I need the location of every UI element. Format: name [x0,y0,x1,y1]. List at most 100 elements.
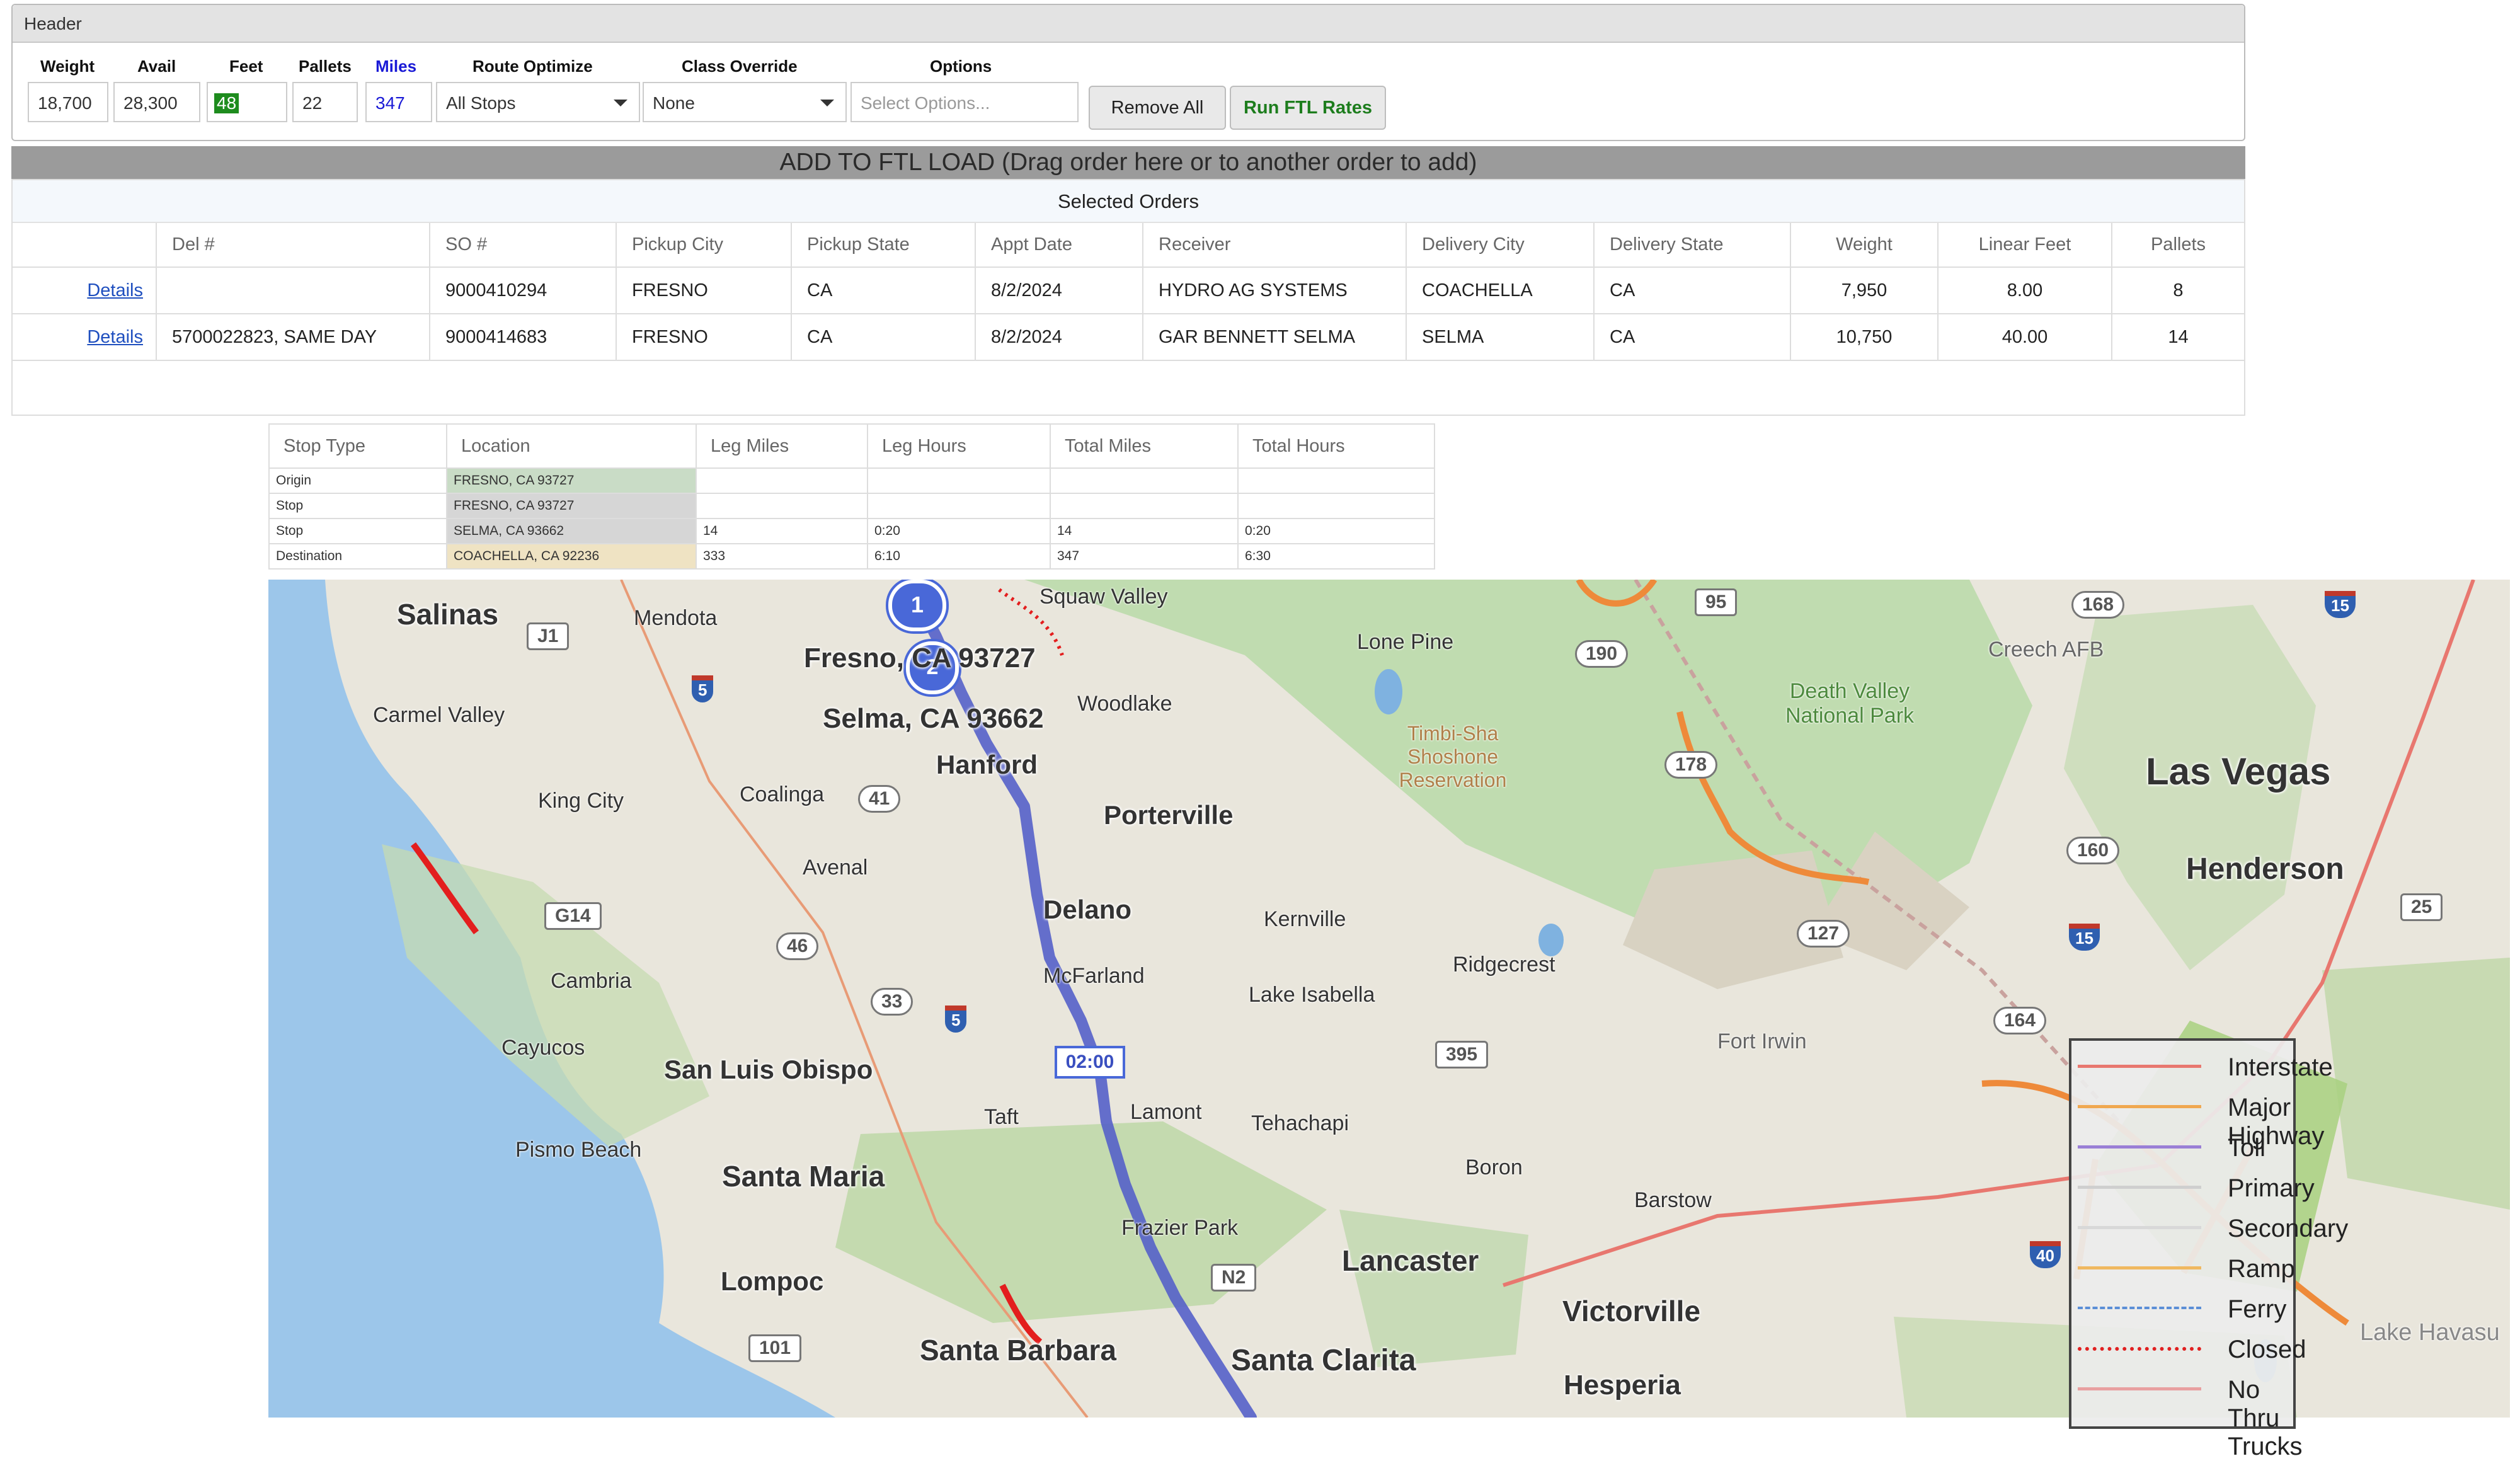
miles-field[interactable]: 347 [365,82,432,122]
city-san-luis-obispo: San Luis Obispo [664,1055,873,1084]
class-override-value: None [653,93,695,113]
stops-row: Stop SELMA, CA 93662 14 0:20 14 0:20 [268,518,1435,544]
stops-leg-miles-cell [696,493,868,519]
details-link[interactable]: Details [87,327,143,347]
city-hanford: Hanford [936,750,1038,779]
town-kernville: Kernville [1264,907,1346,931]
legend-label: Primary [2228,1174,2315,1202]
column-header-pickup-state[interactable]: Pickup State [791,223,976,268]
weight-cell: 7,950 [1790,267,1939,314]
legend-label: No Thru Trucks [2228,1376,2303,1460]
legend-swatch [2078,1307,2201,1309]
legend-swatch [2078,1347,2201,1351]
class-override-select[interactable]: None [643,82,847,122]
legend-label: Secondary [2228,1215,2349,1242]
column-header-so[interactable]: SO # [430,223,617,268]
shield-j1: J1 [527,622,570,650]
town-fort-irwin: Fort Irwin [1717,1029,1807,1053]
class-override-label: Class Override [682,57,798,76]
column-header-total-hours: Total Hours [1237,423,1435,469]
town-taft: Taft [984,1105,1019,1129]
legend-item: Ramp [2071,1249,2295,1286]
town-coalinga: Coalinga [740,782,825,806]
stops-header-row: Stop Type Location Leg Miles Leg Hours T… [268,423,1435,469]
pickup-city-cell: FRESNO [616,314,792,361]
orders-table: Del # SO # Pickup City Pickup State Appt… [13,223,2244,361]
stops-leg-hours-cell: 0:20 [867,518,1051,544]
add-to-ftl-load-dropzone[interactable]: ADD TO FTL LOAD (Drag order here or to a… [11,146,2245,179]
pallets-field[interactable]: 22 [292,82,358,122]
town-king-city: King City [538,789,624,813]
selected-orders-title-bar: Selected Orders [13,180,2244,223]
interstate-shield-40: 40 [2030,1241,2061,1268]
so-cell: 9000414683 [430,314,617,361]
town-avenal: Avenal [803,856,868,879]
avail-label: Avail [137,57,176,76]
run-ftl-rates-button[interactable]: Run FTL Rates [1230,86,1386,130]
column-header-stop-type: Stop Type [268,423,447,469]
del-cell: 5700022823, SAME DAY [156,314,430,361]
town-tehachapi: Tehachapi [1251,1111,1349,1135]
remove-all-button[interactable]: Remove All [1089,86,1226,130]
stops-row: Origin FRESNO, CA 93727 [268,467,1435,494]
stops-location-cell: FRESNO, CA 93727 [446,467,697,494]
feet-value: 48 [214,93,239,113]
column-header-delivery-city[interactable]: Delivery City [1406,223,1595,268]
column-header-del[interactable]: Del # [156,223,430,268]
town-creech-afb: Creech AFB [1988,638,2104,662]
pallets-label: Pallets [299,57,352,76]
shield-46: 46 [776,932,819,960]
column-header-appt-date[interactable]: Appt Date [975,223,1143,268]
legend-swatch [2078,1226,2201,1229]
legend-label: Ramp [2228,1255,2295,1283]
column-header-weight[interactable]: Weight [1790,223,1939,268]
receiver-cell: GAR BENNETT SELMA [1143,314,1407,361]
city-victorville: Victorville [1562,1295,1701,1327]
shield-168: 168 [2071,591,2125,619]
stops-leg-miles-cell: 14 [696,518,868,544]
shield-25: 25 [2400,893,2443,921]
town-cambria: Cambria [551,969,632,993]
miles-label: Miles [375,57,417,76]
stops-total-miles-cell: 347 [1050,543,1239,570]
weight-field[interactable]: 18,700 [28,82,108,122]
legend-swatch [2078,1266,2201,1269]
column-header-receiver[interactable]: Receiver [1143,223,1407,268]
shield-g14: G14 [544,902,602,930]
column-header-pallets[interactable]: Pallets [2112,223,2244,268]
linear-feet-cell: 8.00 [1938,267,2112,314]
feet-field[interactable]: 48 [207,82,287,122]
pickup-city-cell: FRESNO [616,267,792,314]
pickup-state-cell: CA [791,267,976,314]
legend-swatch [2078,1105,2201,1108]
stops-type-cell: Origin [268,467,447,494]
stop-marker-1[interactable]: 1 [888,580,946,631]
options-label: Options [930,57,992,76]
header-bar: Header [13,5,2244,43]
interstate-shield-15: 15 [2325,591,2356,618]
stops-type-cell: Destination [268,543,447,570]
column-header-pickup-city[interactable]: Pickup City [616,223,792,268]
route-time-label: 02:00 [1055,1046,1125,1079]
details-link[interactable]: Details [87,280,143,301]
stops-leg-hours-cell [867,467,1051,494]
stop-label-selma: Selma, CA 93662 [823,703,1044,734]
town-cayucos: Cayucos [501,1036,585,1060]
column-header-leg-hours: Leg Hours [867,423,1051,469]
shield-101: 101 [748,1334,802,1362]
stops-table: Stop Type Location Leg Miles Leg Hours T… [268,423,1435,570]
column-header-linear-feet[interactable]: Linear Feet [1938,223,2112,268]
route-optimize-select[interactable]: All Stops [436,82,640,122]
town-frazier-park: Frazier Park [1121,1216,1239,1240]
legend-label: Closed [2228,1336,2306,1363]
city-lancaster: Lancaster [1342,1244,1479,1277]
column-header-delivery-state[interactable]: Delivery State [1594,223,1791,268]
avail-field[interactable]: 28,300 [113,82,200,122]
shield-127: 127 [1797,920,1850,948]
park-death-valley: Death Valley National Park [1785,679,1915,728]
city-hesperia: Hesperia [1564,1370,1681,1401]
options-input[interactable]: Select Options... [850,82,1079,122]
city-las-vegas: Las Vegas [2146,750,2331,793]
weight-label: Weight [40,57,95,76]
legend-swatch [2078,1186,2201,1189]
